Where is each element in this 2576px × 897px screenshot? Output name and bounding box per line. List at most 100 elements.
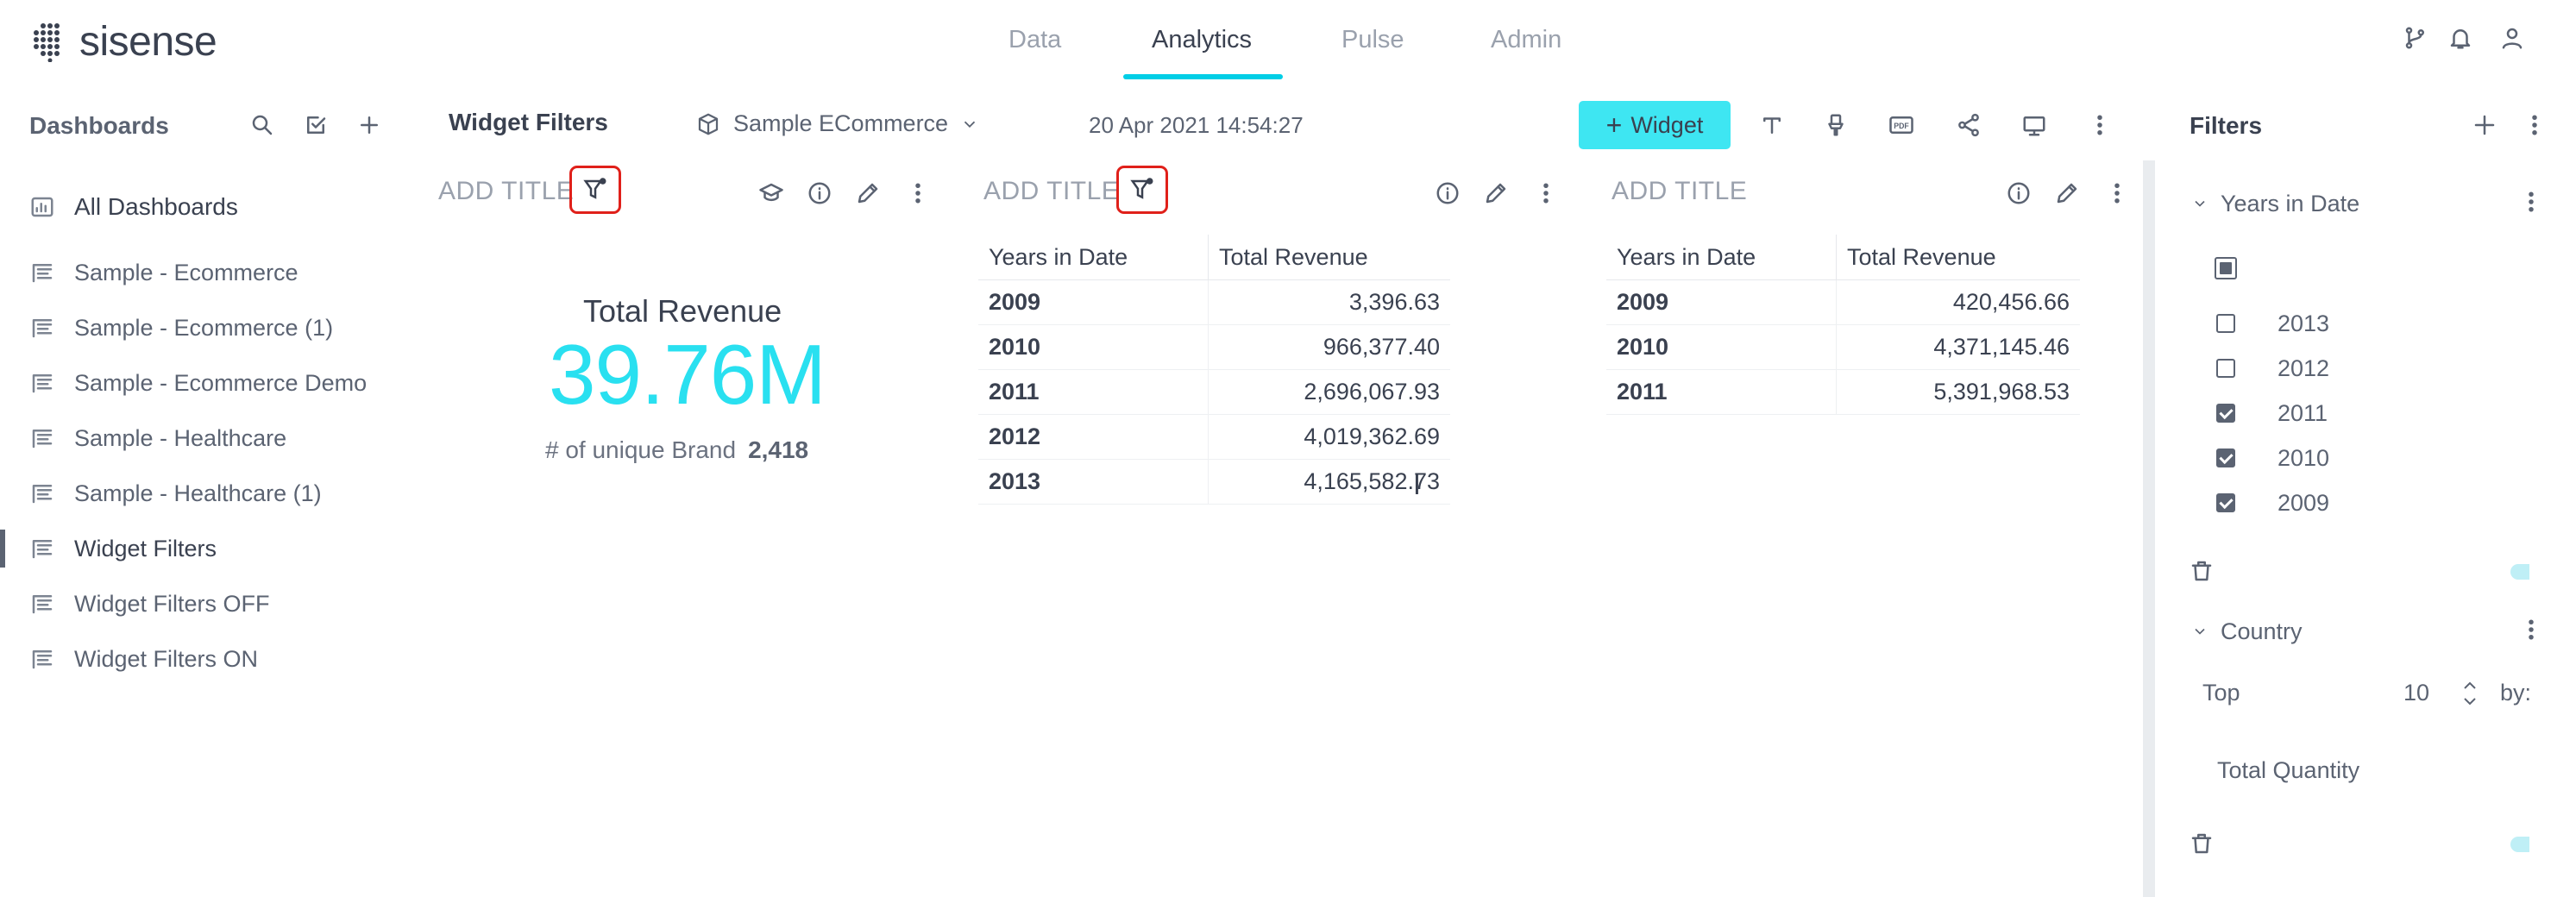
share-icon[interactable] [1951,108,1986,142]
sidebar-item-widget-filters[interactable]: Widget Filters [29,530,217,568]
tab-data[interactable]: Data [1008,26,1061,54]
more-vertical-icon[interactable] [2083,108,2117,142]
widget-more-icon[interactable] [901,176,935,210]
sidebar-item-sample-ecommerce-demo[interactable]: Sample - Ecommerce Demo [29,364,367,402]
sidebar-item-sample-healthcare[interactable]: Sample - Healthcare [29,419,286,457]
user-icon[interactable] [2495,21,2529,55]
widget-2-title[interactable]: ADD TITLE [983,177,1119,206]
select-all-checkbox[interactable] [2215,257,2237,279]
tab-admin[interactable]: Admin [1491,26,1561,54]
filters-panel-divider[interactable] [2143,160,2155,897]
sidebar-item-sample-healthcare-1[interactable]: Sample - Healthcare (1) [29,474,322,512]
dashboard-title: Widget Filters [449,109,608,135]
year-2013-checkbox[interactable] [2216,314,2235,333]
sidebar-item-sample-ecommerce[interactable]: Sample - Ecommerce [29,254,298,292]
text-icon[interactable] [1755,108,1789,142]
kpi-label: Total Revenue [583,293,782,329]
add-filter-icon[interactable] [2467,108,2502,142]
widget-3-title[interactable]: ADD TITLE [1612,177,1747,206]
tab-analytics[interactable]: Analytics [1152,26,1252,54]
plus-icon: + [1605,110,1623,141]
edit-pencil-icon[interactable] [2050,176,2084,210]
top-count-input[interactable]: 10 [2403,680,2429,706]
year-2011-checkbox[interactable] [2216,404,2235,423]
sidebar-item-label: Widget Filters OFF [74,590,270,617]
monitor-icon[interactable] [2017,108,2051,142]
table-header-row: Years in Date Total Revenue [1606,235,2080,280]
check-square-icon[interactable] [298,108,333,142]
active-item-indicator [0,530,5,568]
paint-brush-icon[interactable] [1819,108,1853,142]
pdf-icon[interactable]: PDF [1884,108,1919,142]
graduation-cap-icon[interactable] [754,176,789,210]
year-cell: 2010 [978,324,1209,370]
column-header[interactable]: Years in Date [1606,235,1837,280]
info-icon[interactable] [2001,176,2036,210]
revenue-cell: 5,391,968.53 [1836,369,2080,415]
year-2010-label[interactable]: 2010 [2278,445,2329,472]
year-2009-label[interactable]: 2009 [2278,490,2329,517]
widget-more-icon[interactable] [1529,176,1563,210]
bell-icon[interactable] [2443,21,2478,55]
sidebar-item-widget-filters-off[interactable]: Widget Filters OFF [29,585,270,623]
year-cell: 2009 [1606,279,1837,325]
datasource-selector[interactable]: Sample ECommerce [695,110,979,137]
table-row: 2010 4,371,145.46 [1606,324,2080,370]
year-2012-checkbox[interactable] [2216,359,2235,378]
year-cell: 2010 [1606,324,1837,370]
app-logo[interactable]: sisense [33,16,217,67]
widget-1-title[interactable]: ADD TITLE [438,177,574,206]
sidebar-item-widget-filters-on[interactable]: Widget Filters ON [29,640,258,678]
search-icon[interactable] [245,108,280,142]
table-row: 2011 2,696,067.93 [978,369,1450,415]
trash-icon[interactable] [2184,826,2219,861]
top-count-stepper[interactable] [2460,678,2479,709]
year-2010-checkbox[interactable] [2216,448,2235,467]
filters-more-icon[interactable] [2517,108,2552,142]
country-filter-header[interactable]: Country [2191,614,2303,649]
tab-pulse[interactable]: Pulse [1341,26,1404,54]
trash-icon[interactable] [2184,554,2219,588]
year-2012-label[interactable]: 2012 [2278,355,2329,382]
column-header[interactable]: Total Revenue [1836,235,2080,280]
info-icon[interactable] [1430,176,1465,210]
table-row: 2009 3,396.63 [978,279,1450,325]
sidebar-item-label: Sample - Healthcare (1) [74,480,322,506]
top-label: Top [2202,680,2240,706]
year-2013-label[interactable]: 2013 [2278,310,2329,337]
country-filter-toggle[interactable] [2510,837,2529,852]
years-filter-more-icon[interactable] [2514,185,2548,219]
table-row: 2009 420,456.66 [1606,279,2080,325]
year-cell: 2011 [978,369,1209,415]
widget-more-icon[interactable] [2100,176,2134,210]
edit-pencil-icon[interactable] [1479,176,1513,210]
add-dashboard-icon[interactable] [352,108,386,142]
country-filter-more-icon[interactable] [2514,612,2548,647]
info-icon[interactable] [802,176,837,210]
dashboard-list-icon [29,260,55,285]
chevron-down-icon [2195,200,2205,207]
edit-pencil-icon[interactable] [851,176,885,210]
sidebar-item-sample-ecommerce-1[interactable]: Sample - Ecommerce (1) [29,309,333,347]
git-branch-icon[interactable] [2398,21,2433,55]
sidebar-item-label: Widget Filters ON [74,645,259,672]
widget-1-filter-button[interactable] [569,166,621,214]
active-tab-indicator [1123,74,1283,79]
chevron-down-icon [964,121,976,128]
all-dashboards-link[interactable]: All Dashboards [29,188,238,226]
column-header[interactable]: Total Revenue [1208,235,1450,280]
year-2011-label[interactable]: 2011 [2278,400,2328,427]
country-filter-label: Country [2221,618,2303,644]
column-header[interactable]: Years in Date [978,235,1209,280]
years-filter-header[interactable]: Years in Date [2191,186,2359,221]
years-filter-toggle[interactable] [2510,564,2529,580]
table-row: 2013 4,165,582.73 [978,459,1450,505]
year-2009-checkbox[interactable] [2216,493,2235,512]
kpi-value: 39.76M [549,327,826,422]
add-widget-button[interactable]: + Widget [1579,101,1731,149]
sidebar-item-label: Sample - Ecommerce Demo [74,369,368,396]
ranking-measure[interactable]: Total Quantity [2217,757,2359,784]
text-cursor-icon: I [1413,469,1421,500]
kpi-secondary: # of unique Brand 2,418 [545,436,808,464]
widget-2-filter-button[interactable] [1116,166,1168,214]
